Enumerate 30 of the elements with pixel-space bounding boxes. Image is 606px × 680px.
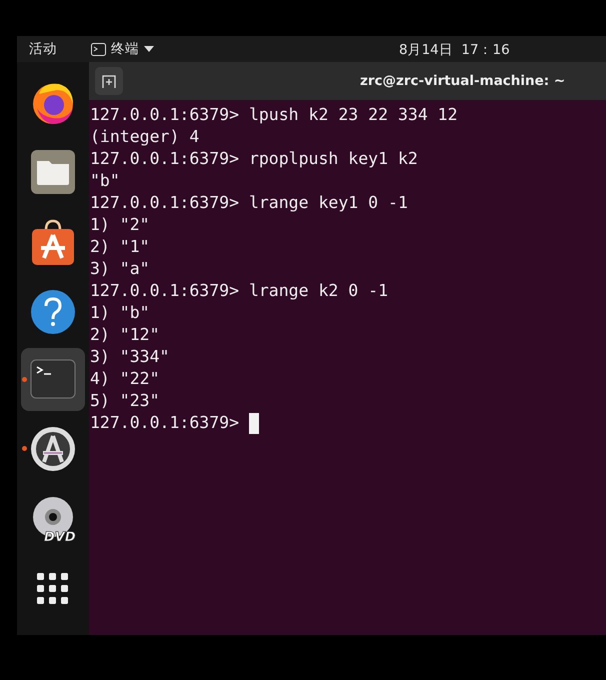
- folder-icon: [30, 148, 76, 195]
- terminal-line: 2) "12": [90, 324, 160, 346]
- new-tab-icon: [102, 74, 116, 88]
- terminal-icon: [91, 42, 106, 56]
- help-icon: [30, 288, 76, 335]
- terminal-line: 127.0.0.1:6379> rpoplpush key1 k2: [90, 148, 418, 170]
- terminal-line: 5) "23": [90, 390, 160, 412]
- circle-a-icon: [30, 426, 76, 472]
- terminal-line: 4) "22": [90, 368, 160, 390]
- app-menu[interactable]: 终端: [91, 40, 154, 58]
- terminal-line: 1) "b": [90, 302, 150, 324]
- clock[interactable]: 8月14日 17：16: [399, 41, 510, 59]
- caret-icon: [144, 46, 154, 52]
- terminal-line: 127.0.0.1:6379> lrange k2 0 -1: [90, 280, 388, 302]
- terminal-icon: [30, 359, 76, 400]
- activities-button[interactable]: 活动: [29, 40, 57, 58]
- dock-item[interactable]: DVD: [21, 487, 85, 552]
- terminal-line: 2) "1": [90, 236, 150, 258]
- terminal-line: 127.0.0.1:6379>: [90, 412, 240, 434]
- terminal-line: "b": [90, 170, 120, 192]
- terminal-line: 127.0.0.1:6379> lrange key1 0 -1: [90, 192, 408, 214]
- terminal-line: 3) "334": [90, 346, 170, 368]
- app-grid-icon: [37, 573, 69, 606]
- window-title: zrc@zrc-virtual-machine: ~: [360, 73, 566, 89]
- terminal-line: 127.0.0.1:6379> lpush k2 23 22 334 12: [90, 104, 458, 126]
- terminal-line: 3) "a": [90, 258, 150, 280]
- shopping-bag-icon: [30, 218, 76, 266]
- terminal-line: (integer) 4: [90, 126, 200, 148]
- new-tab-button[interactable]: [95, 67, 123, 95]
- terminal-line: 1) "2": [90, 214, 150, 236]
